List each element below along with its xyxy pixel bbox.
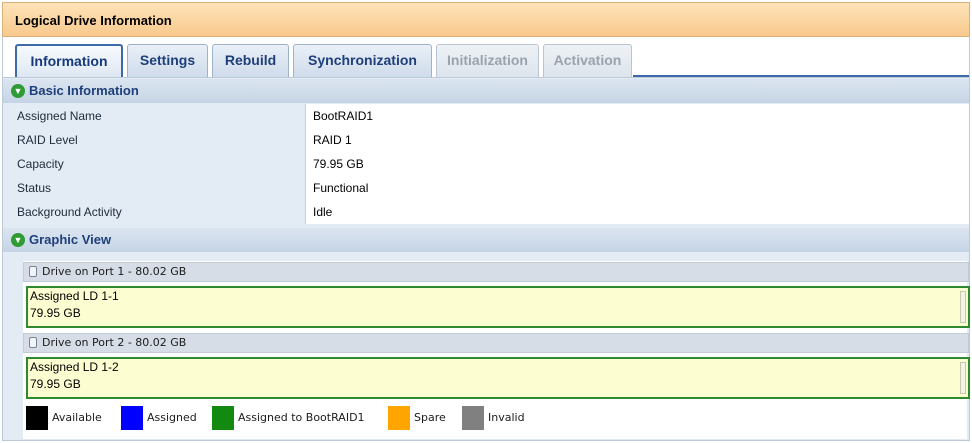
legend-swatch (26, 406, 48, 430)
basic-information-table: Assigned Name BootRAID1 RAID Level RAID … (3, 104, 969, 224)
info-value: 79.95 GB (306, 152, 969, 176)
info-label: Assigned Name (3, 104, 306, 128)
chevron-down-icon[interactable]: ▼ (11, 84, 25, 98)
legend-label: Assigned (147, 411, 197, 424)
tab-activation: Activation (543, 44, 632, 77)
scrollbar[interactable] (960, 291, 966, 323)
disk-icon (29, 337, 37, 348)
info-label: Status (3, 176, 306, 200)
tab-synchronization[interactable]: Synchronization (293, 44, 432, 77)
window-title: Logical Drive Information (2, 2, 970, 37)
legend-swatch (121, 406, 143, 430)
info-row-capacity: Capacity 79.95 GB (3, 152, 969, 176)
logical-drive-block-2[interactable]: Assigned LD 1-2 79.95 GB (26, 357, 970, 399)
chevron-down-icon[interactable]: ▼ (11, 233, 25, 247)
legend-label: Available (52, 411, 102, 424)
ld-name: Assigned LD 1-2 (30, 360, 119, 374)
info-row-background-activity: Background Activity Idle (3, 200, 969, 224)
tab-settings[interactable]: Settings (127, 44, 208, 77)
tab-information[interactable]: Information (15, 44, 123, 78)
drive-port-1-header: Drive on Port 1 - 80.02 GB (23, 262, 969, 282)
tab-rebuild[interactable]: Rebuild (212, 44, 289, 77)
legend-label: Spare (414, 411, 446, 424)
info-row-assigned-name: Assigned Name BootRAID1 (3, 104, 969, 128)
basic-information-header[interactable]: ▼ Basic Information (3, 79, 969, 103)
info-value: Functional (306, 176, 969, 200)
graphic-view-header[interactable]: ▼ Graphic View (3, 228, 969, 252)
info-label: Capacity (3, 152, 306, 176)
info-value: RAID 1 (306, 128, 969, 152)
info-value: Idle (306, 200, 969, 224)
tab-bar: Information Settings Rebuild Synchroniza… (2, 37, 970, 78)
ld-size: 79.95 GB (30, 306, 81, 320)
graphic-view-area: Drive on Port 1 - 80.02 GB Assigned LD 1… (23, 261, 970, 439)
legend-swatch (462, 406, 484, 430)
info-row-status: Status Functional (3, 176, 969, 200)
logical-drive-block-1[interactable]: Assigned LD 1-1 79.95 GB (26, 286, 970, 328)
disk-icon (29, 266, 37, 277)
drive-port-1-label: Drive on Port 1 - 80.02 GB (42, 265, 187, 278)
information-panel: ▼ Basic Information Assigned Name BootRA… (2, 77, 970, 441)
info-label: RAID Level (3, 128, 306, 152)
legend-label: Assigned to BootRAID1 (238, 411, 365, 424)
ld-name: Assigned LD 1-1 (30, 289, 119, 303)
ld-size: 79.95 GB (30, 377, 81, 391)
scrollbar[interactable] (960, 362, 966, 394)
drive-port-2-label: Drive on Port 2 - 80.02 GB (42, 336, 187, 349)
tab-initialization: Initialization (436, 44, 539, 77)
info-label: Background Activity (3, 200, 306, 224)
legend-swatch (388, 406, 410, 430)
info-row-raid-level: RAID Level RAID 1 (3, 128, 969, 152)
graphic-view-title: Graphic View (29, 232, 112, 247)
legend-label: Invalid (488, 411, 525, 424)
drive-port-2-header: Drive on Port 2 - 80.02 GB (23, 333, 969, 353)
legend-swatch (212, 406, 234, 430)
basic-information-title: Basic Information (29, 83, 139, 98)
info-value: BootRAID1 (306, 104, 969, 128)
